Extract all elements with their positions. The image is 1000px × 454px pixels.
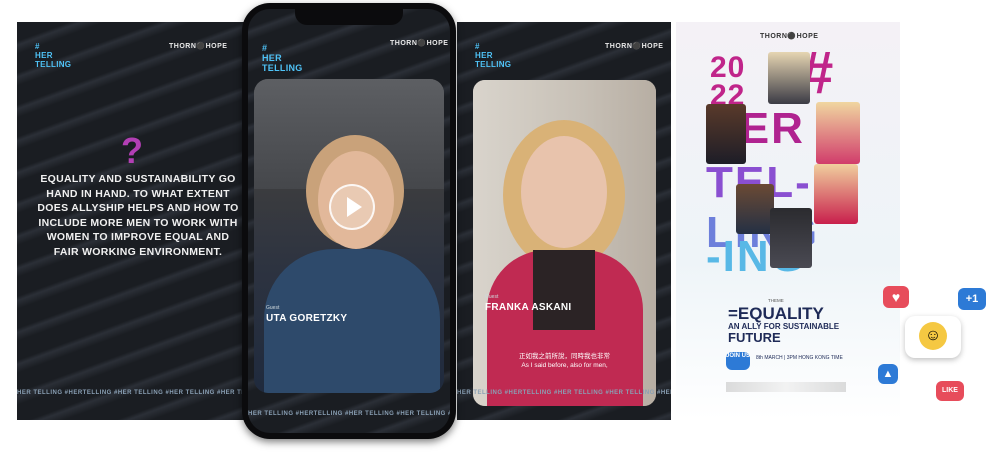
logo-her: HER bbox=[35, 51, 53, 60]
hertelling-logo: # HER TELLING bbox=[35, 42, 71, 69]
subtitle-chinese: 正如我之前所說，同時我也非常 bbox=[519, 353, 610, 360]
video-player[interactable]: Guest FRANKA ASKANI 正如我之前所說，同時我也非常 As I … bbox=[473, 80, 656, 406]
phone-notch bbox=[295, 9, 403, 25]
video-panel-franka: # HER TELLING THORN⚫HOPE Guest FRANKA AS… bbox=[457, 22, 671, 420]
theme-subtitle-2: FUTURE bbox=[728, 330, 781, 345]
partner-logo: THORN⚫HOPE bbox=[169, 43, 228, 50]
speaker-photo bbox=[816, 102, 860, 164]
logo-hash: # bbox=[262, 43, 268, 53]
question-mark-icon: ? bbox=[121, 130, 143, 171]
speaker-photo bbox=[814, 164, 858, 224]
like-badge: LIKE bbox=[936, 381, 964, 401]
guest-name: FRANKA ASKANI bbox=[485, 302, 572, 313]
partner-logo: THORN⚫HOPE bbox=[390, 40, 449, 47]
emoji-reaction-bubble: ☺ bbox=[905, 316, 961, 358]
quote-panel: # HER TELLING THORN⚫HOPE ? EQUALITY AND … bbox=[17, 22, 249, 420]
event-poster: THORN⚫HOPE 20 22 # HER TEL- LING -ING TH… bbox=[676, 22, 900, 420]
logo-telling: TELLING bbox=[262, 63, 303, 73]
phone-screen: # HER TELLING THORN⚫HOPE Guest UTA GORET… bbox=[248, 9, 450, 433]
join-us-button[interactable]: JOIN US bbox=[726, 352, 750, 370]
logo-her: HER bbox=[475, 51, 493, 60]
logo-her: HER bbox=[262, 53, 282, 63]
plus-one-badge: +1 bbox=[958, 288, 986, 310]
logo-hash: # bbox=[475, 42, 480, 51]
hashtag-ticker: HER TELLING #HERTELLING #HER TELLING #HE… bbox=[17, 390, 249, 396]
logo-hash: # bbox=[35, 42, 40, 51]
hashtag-ticker: HER TELLING #HERTELLING #HER TELLING #HE… bbox=[248, 411, 450, 417]
hertelling-logo: # HER TELLING bbox=[475, 42, 511, 69]
heart-icon: ♥ bbox=[883, 286, 909, 308]
event-date: 8th MARCH | 3PM HONG KONG TIME bbox=[756, 355, 843, 361]
hashtag-ticker: HER TELLING #HERTELLING #HER TELLING #HE… bbox=[457, 390, 671, 396]
year-top: 20 bbox=[710, 51, 746, 84]
theme-title: =EQUALITY bbox=[728, 304, 824, 323]
logo-telling: TELLING bbox=[35, 60, 72, 69]
speaker-face bbox=[521, 136, 607, 248]
guest-name: UTA GORETZKY bbox=[266, 313, 348, 324]
subtitle-english: As I said before, also for men, bbox=[521, 362, 608, 369]
play-icon[interactable] bbox=[329, 184, 375, 230]
laughing-emoji-icon: ☺ bbox=[919, 322, 947, 350]
thumbs-up-icon: ▲ bbox=[878, 364, 898, 384]
sponsor-logos bbox=[726, 382, 846, 392]
guest-label: Guest bbox=[266, 305, 280, 311]
speaker-photo bbox=[770, 208, 812, 268]
video-player[interactable]: Guest UTA GORETZKY bbox=[254, 79, 444, 393]
theme-label: THEME bbox=[768, 298, 784, 303]
speaker-photo bbox=[768, 52, 810, 104]
speaker-top bbox=[533, 250, 595, 330]
phone-mockup: # HER TELLING THORN⚫HOPE Guest UTA GORET… bbox=[242, 3, 456, 439]
quote-text: EQUALITY AND SUSTAINABILITY GO HAND IN H… bbox=[37, 173, 239, 258]
logo-telling: TELLING bbox=[475, 60, 512, 69]
partner-logo: THORN⚫HOPE bbox=[605, 43, 664, 50]
hertelling-logo: # HER TELLING bbox=[262, 43, 303, 73]
guest-label: Guest bbox=[485, 294, 499, 300]
speaker-photo bbox=[736, 184, 774, 234]
speaker-photo bbox=[706, 104, 746, 164]
